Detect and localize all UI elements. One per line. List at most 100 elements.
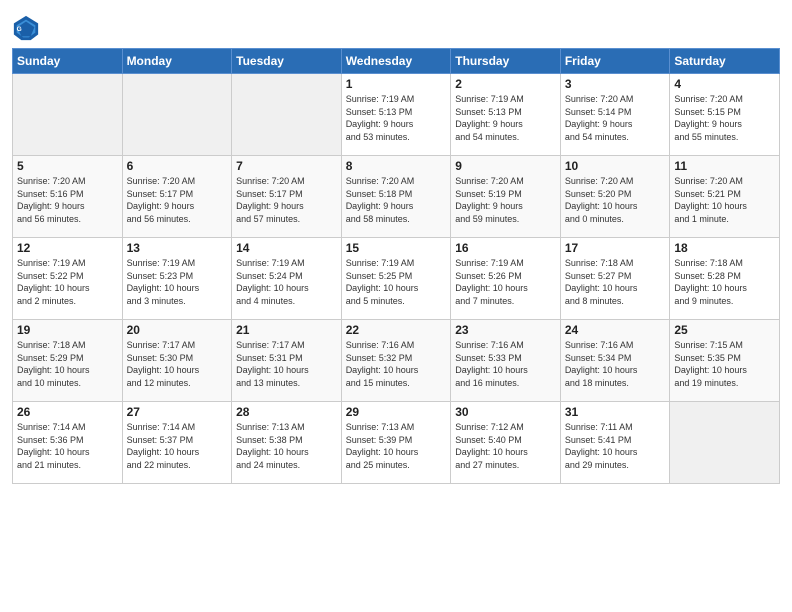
day-cell: 13 Sunrise: 7:19 AM Sunset: 5:23 PM Dayli… xyxy=(122,238,232,320)
day-number: 22 xyxy=(346,323,447,337)
week-row-2: 5 Sunrise: 7:20 AM Sunset: 5:16 PM Daylig… xyxy=(13,156,780,238)
day-info: Sunrise: 7:16 AM Sunset: 5:32 PM Dayligh… xyxy=(346,339,447,389)
day-number: 14 xyxy=(236,241,337,255)
day-cell: 10 Sunrise: 7:20 AM Sunset: 5:20 PM Dayli… xyxy=(560,156,670,238)
day-info: Sunrise: 7:19 AM Sunset: 5:13 PM Dayligh… xyxy=(455,93,556,143)
logo-icon: G xyxy=(12,14,40,42)
day-info: Sunrise: 7:20 AM Sunset: 5:21 PM Dayligh… xyxy=(674,175,775,225)
day-headers: SundayMondayTuesdayWednesdayThursdayFrid… xyxy=(13,49,780,74)
day-cell: 1 Sunrise: 7:19 AM Sunset: 5:13 PM Daylig… xyxy=(341,74,451,156)
day-cell: 4 Sunrise: 7:20 AM Sunset: 5:15 PM Daylig… xyxy=(670,74,780,156)
day-number: 28 xyxy=(236,405,337,419)
day-info: Sunrise: 7:18 AM Sunset: 5:27 PM Dayligh… xyxy=(565,257,666,307)
day-info: Sunrise: 7:11 AM Sunset: 5:41 PM Dayligh… xyxy=(565,421,666,471)
day-info: Sunrise: 7:17 AM Sunset: 5:30 PM Dayligh… xyxy=(127,339,228,389)
day-number: 26 xyxy=(17,405,118,419)
day-info: Sunrise: 7:19 AM Sunset: 5:23 PM Dayligh… xyxy=(127,257,228,307)
day-number: 16 xyxy=(455,241,556,255)
day-cell: 22 Sunrise: 7:16 AM Sunset: 5:32 PM Dayli… xyxy=(341,320,451,402)
day-info: Sunrise: 7:18 AM Sunset: 5:29 PM Dayligh… xyxy=(17,339,118,389)
day-cell: 9 Sunrise: 7:20 AM Sunset: 5:19 PM Daylig… xyxy=(451,156,561,238)
logo: G xyxy=(12,14,42,42)
week-row-3: 12Sunrise: 7:19 AM Sunset: 5:22 PM Dayli… xyxy=(13,238,780,320)
day-cell: 26 Sunrise: 7:14 AM Sunset: 5:36 PM Dayli… xyxy=(13,402,123,484)
day-info: Sunrise: 7:19 AM Sunset: 5:13 PM Dayligh… xyxy=(346,93,447,143)
day-number: 1 xyxy=(346,77,447,91)
day-info: Sunrise: 7:15 AM Sunset: 5:35 PM Dayligh… xyxy=(674,339,775,389)
day-header-sunday: Sunday xyxy=(13,49,123,74)
day-cell: 15 Sunrise: 7:19 AM Sunset: 5:25 PM Dayli… xyxy=(341,238,451,320)
day-cell xyxy=(232,74,342,156)
day-info: Sunrise: 7:20 AM Sunset: 5:14 PM Dayligh… xyxy=(565,93,666,143)
day-info: Sunrise: 7:19 AM Sunset: 5:24 PM Dayligh… xyxy=(236,257,337,307)
day-cell: 30Sunrise: 7:12 AM Sunset: 5:40 PM Dayli… xyxy=(451,402,561,484)
day-info: Sunrise: 7:14 AM Sunset: 5:36 PM Dayligh… xyxy=(17,421,118,471)
day-number: 31 xyxy=(565,405,666,419)
day-number: 30 xyxy=(455,405,556,419)
svg-text:G: G xyxy=(17,26,22,33)
day-header-wednesday: Wednesday xyxy=(341,49,451,74)
day-info: Sunrise: 7:20 AM Sunset: 5:18 PM Dayligh… xyxy=(346,175,447,225)
week-row-5: 26 Sunrise: 7:14 AM Sunset: 5:36 PM Dayli… xyxy=(13,402,780,484)
day-info: Sunrise: 7:20 AM Sunset: 5:15 PM Dayligh… xyxy=(674,93,775,143)
day-info: Sunrise: 7:20 AM Sunset: 5:17 PM Dayligh… xyxy=(127,175,228,225)
day-number: 2 xyxy=(455,77,556,91)
day-number: 6 xyxy=(127,159,228,173)
calendar-table: SundayMondayTuesdayWednesdayThursdayFrid… xyxy=(12,48,780,484)
day-info: Sunrise: 7:16 AM Sunset: 5:33 PM Dayligh… xyxy=(455,339,556,389)
day-cell xyxy=(13,74,123,156)
day-info: Sunrise: 7:16 AM Sunset: 5:34 PM Dayligh… xyxy=(565,339,666,389)
day-number: 19 xyxy=(17,323,118,337)
day-cell: 7 Sunrise: 7:20 AM Sunset: 5:17 PM Daylig… xyxy=(232,156,342,238)
day-number: 29 xyxy=(346,405,447,419)
day-info: Sunrise: 7:20 AM Sunset: 5:19 PM Dayligh… xyxy=(455,175,556,225)
day-number: 18 xyxy=(674,241,775,255)
day-header-friday: Friday xyxy=(560,49,670,74)
day-number: 10 xyxy=(565,159,666,173)
day-cell xyxy=(122,74,232,156)
header: G xyxy=(12,10,780,42)
day-number: 11 xyxy=(674,159,775,173)
day-number: 23 xyxy=(455,323,556,337)
day-number: 4 xyxy=(674,77,775,91)
day-number: 17 xyxy=(565,241,666,255)
day-info: Sunrise: 7:19 AM Sunset: 5:25 PM Dayligh… xyxy=(346,257,447,307)
day-cell: 14 Sunrise: 7:19 AM Sunset: 5:24 PM Dayli… xyxy=(232,238,342,320)
day-cell: 17 Sunrise: 7:18 AM Sunset: 5:27 PM Dayli… xyxy=(560,238,670,320)
day-cell: 2 Sunrise: 7:19 AM Sunset: 5:13 PM Daylig… xyxy=(451,74,561,156)
day-number: 7 xyxy=(236,159,337,173)
day-cell: 11 Sunrise: 7:20 AM Sunset: 5:21 PM Dayli… xyxy=(670,156,780,238)
day-info: Sunrise: 7:20 AM Sunset: 5:20 PM Dayligh… xyxy=(565,175,666,225)
day-info: Sunrise: 7:19 AM Sunset: 5:26 PM Dayligh… xyxy=(455,257,556,307)
day-info: Sunrise: 7:13 AM Sunset: 5:38 PM Dayligh… xyxy=(236,421,337,471)
day-cell: 6 Sunrise: 7:20 AM Sunset: 5:17 PM Daylig… xyxy=(122,156,232,238)
day-number: 8 xyxy=(346,159,447,173)
day-info: Sunrise: 7:20 AM Sunset: 5:16 PM Dayligh… xyxy=(17,175,118,225)
day-number: 25 xyxy=(674,323,775,337)
day-number: 15 xyxy=(346,241,447,255)
day-number: 13 xyxy=(127,241,228,255)
day-info: Sunrise: 7:17 AM Sunset: 5:31 PM Dayligh… xyxy=(236,339,337,389)
day-cell xyxy=(670,402,780,484)
day-number: 21 xyxy=(236,323,337,337)
day-cell: 31 Sunrise: 7:11 AM Sunset: 5:41 PM Dayli… xyxy=(560,402,670,484)
day-cell: 27Sunrise: 7:14 AM Sunset: 5:37 PM Dayli… xyxy=(122,402,232,484)
day-number: 20 xyxy=(127,323,228,337)
day-cell: 18 Sunrise: 7:18 AM Sunset: 5:28 PM Dayli… xyxy=(670,238,780,320)
day-cell: 25 Sunrise: 7:15 AM Sunset: 5:35 PM Dayli… xyxy=(670,320,780,402)
page-container: G SundayMondayTuesdayWednesdayThursdayFr… xyxy=(0,0,792,492)
day-info: Sunrise: 7:18 AM Sunset: 5:28 PM Dayligh… xyxy=(674,257,775,307)
day-cell: 24 Sunrise: 7:16 AM Sunset: 5:34 PM Dayli… xyxy=(560,320,670,402)
day-info: Sunrise: 7:19 AM Sunset: 5:22 PM Dayligh… xyxy=(17,257,118,307)
week-row-4: 19 Sunrise: 7:18 AM Sunset: 5:29 PM Dayli… xyxy=(13,320,780,402)
day-cell: 8 Sunrise: 7:20 AM Sunset: 5:18 PM Daylig… xyxy=(341,156,451,238)
day-number: 9 xyxy=(455,159,556,173)
day-number: 24 xyxy=(565,323,666,337)
day-info: Sunrise: 7:20 AM Sunset: 5:17 PM Dayligh… xyxy=(236,175,337,225)
day-header-tuesday: Tuesday xyxy=(232,49,342,74)
day-number: 5 xyxy=(17,159,118,173)
day-cell: 12Sunrise: 7:19 AM Sunset: 5:22 PM Dayli… xyxy=(13,238,123,320)
day-header-saturday: Saturday xyxy=(670,49,780,74)
day-info: Sunrise: 7:14 AM Sunset: 5:37 PM Dayligh… xyxy=(127,421,228,471)
day-header-thursday: Thursday xyxy=(451,49,561,74)
